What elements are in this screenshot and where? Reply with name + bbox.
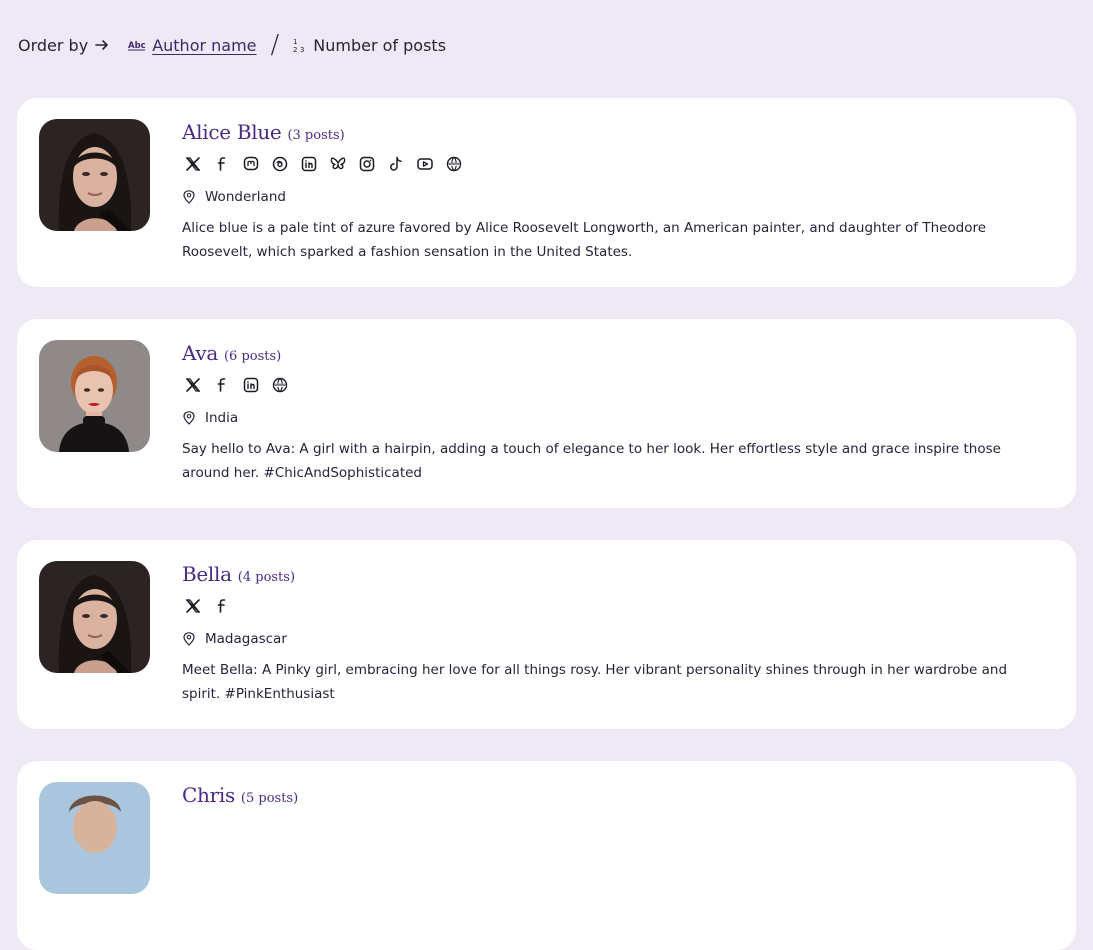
author-name[interactable]: Chris: [182, 783, 235, 807]
abc-icon: Abc: [128, 41, 146, 51]
author-card: Chris (5 posts): [17, 761, 1076, 950]
author-bio: Alice blue is a pale tint of azure favor…: [182, 220, 987, 260]
svg-text:WWW: WWW: [448, 162, 460, 166]
sort-number-of-posts-label: Number of posts: [313, 35, 447, 55]
instagram-icon[interactable]: [356, 153, 378, 175]
author-name[interactable]: Ava: [182, 341, 218, 365]
author-card: Bella (4 posts) Madagascar Meet Bella: A…: [17, 540, 1076, 729]
sort-author-name[interactable]: Abc Author name: [128, 35, 257, 55]
svg-text:WWW: WWW: [274, 383, 286, 387]
author-location-text: Wonderland: [205, 189, 286, 205]
x-icon[interactable]: [182, 595, 204, 617]
svg-text:3: 3: [300, 46, 304, 53]
linkedin-icon[interactable]: [298, 153, 320, 175]
location-pin-icon: [183, 632, 195, 646]
avatar[interactable]: [39, 340, 150, 452]
sort-author-name-label: Author name: [152, 35, 257, 55]
mastodon-icon[interactable]: [240, 153, 262, 175]
author-post-count: (5 posts): [240, 791, 299, 806]
author-location: Wonderland: [182, 188, 1036, 206]
facebook-icon[interactable]: [211, 374, 233, 396]
linkedin-icon[interactable]: [240, 374, 262, 396]
facebook-icon[interactable]: [211, 153, 233, 175]
svg-text:1: 1: [293, 38, 297, 46]
author-card: Ava (6 posts) WWW India Say hello to Ava…: [17, 319, 1076, 508]
author-location-text: India: [205, 410, 239, 426]
sort-separator: /: [270, 30, 280, 60]
tiktok-icon[interactable]: [385, 153, 407, 175]
author-post-count: (4 posts): [237, 570, 296, 585]
author-card: Alice Blue (3 posts) WWW Wonderland Alic…: [17, 98, 1076, 287]
arrow-right-icon: [95, 40, 108, 50]
author-location: Madagascar: [182, 630, 1036, 648]
threads-icon[interactable]: [269, 153, 291, 175]
avatar[interactable]: [39, 561, 150, 673]
numbers-icon: 1 2 3: [293, 38, 304, 53]
bluesky-icon[interactable]: [327, 153, 349, 175]
author-location: India: [182, 409, 1036, 427]
author-name[interactable]: Alice Blue: [182, 120, 282, 144]
website-icon[interactable]: WWW: [269, 374, 291, 396]
order-by-label: Order by: [18, 35, 89, 55]
youtube-icon[interactable]: [414, 153, 436, 175]
social-links: WWW: [182, 153, 1036, 175]
sort-number-of-posts[interactable]: 1 2 3 Number of posts: [293, 36, 446, 55]
avatar[interactable]: [39, 782, 150, 894]
author-bio: Meet Bella: A Pinky girl, embracing her …: [182, 662, 1008, 702]
author-location-text: Madagascar: [205, 631, 287, 647]
location-pin-icon: [183, 411, 195, 425]
svg-text:2: 2: [293, 46, 297, 53]
social-links: [182, 595, 1036, 617]
x-icon[interactable]: [182, 374, 204, 396]
author-post-count: (6 posts): [223, 349, 282, 364]
location-pin-icon: [183, 190, 195, 204]
author-name[interactable]: Bella: [182, 562, 232, 586]
author-post-count: (3 posts): [287, 128, 345, 143]
order-by-bar: Order by Abc Author name / 1 2 3 Number …: [18, 32, 446, 58]
facebook-icon[interactable]: [211, 595, 233, 617]
social-links: WWW: [182, 374, 1036, 396]
x-icon[interactable]: [182, 153, 204, 175]
website-icon[interactable]: WWW: [443, 153, 465, 175]
avatar[interactable]: [39, 119, 150, 231]
author-bio: Say hello to Ava: A girl with a hairpin,…: [182, 441, 1001, 481]
